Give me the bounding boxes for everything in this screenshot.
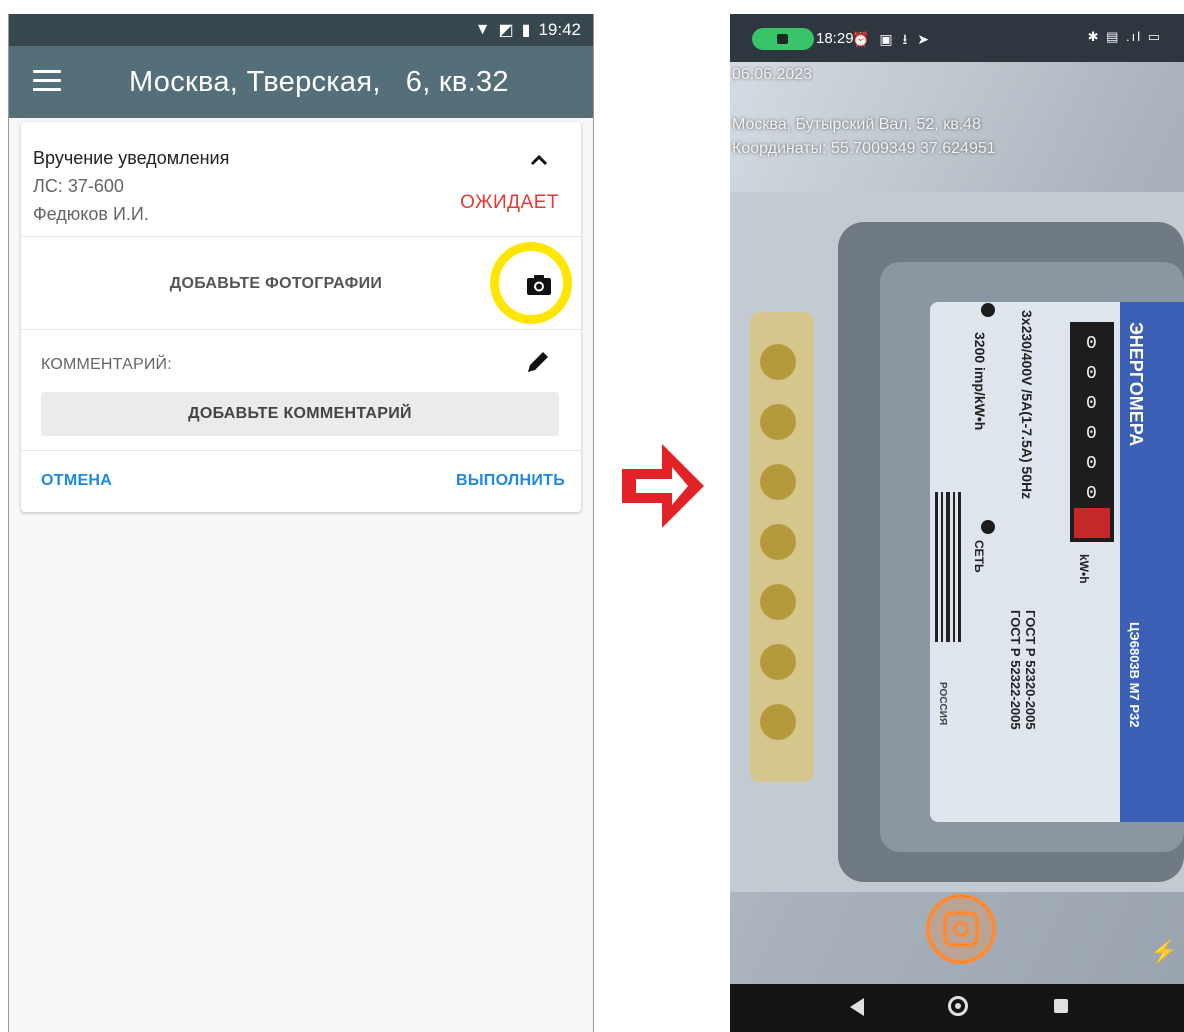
- svg-text:0: 0: [1086, 484, 1097, 504]
- meter-spec: 3x230/400V /5A(1-7.5A) 50Hz: [1019, 310, 1035, 499]
- recent-apps-icon[interactable]: [1054, 999, 1068, 1013]
- meter-country: РОССИЯ: [937, 682, 948, 725]
- status-time: 18:29: [816, 30, 854, 47]
- back-icon[interactable]: [850, 998, 864, 1016]
- meter-photo: 0 0 0 0 0 0 ЭНЕРГОМЕРА ЦЭ6803В М7 Р32 3x230/…: [730, 62, 1184, 984]
- status-bar: 18:29 ⏰ ▣ ⭳ ➤ ✱ ▤ .ıl ▭: [730, 14, 1184, 62]
- app-bar: Москва, Тверская, 6, кв.32: [9, 46, 593, 118]
- svg-text:0: 0: [1086, 394, 1097, 414]
- svg-text:0: 0: [1086, 454, 1097, 474]
- photo-coords-stamp: Координаты: 55.7009349 37.624951: [732, 140, 996, 157]
- task-person: Федюков И.И.: [33, 204, 149, 224]
- shutter-button[interactable]: [926, 894, 996, 964]
- cancel-button[interactable]: ОТМЕНА: [41, 472, 112, 490]
- right-arrow-icon: [622, 444, 704, 528]
- add-photos-row[interactable]: ДОБАВЬТЕ ФОТОГРАФИИ: [21, 237, 581, 330]
- task-header[interactable]: Вручение уведомления ЛС: 37-600 Федюков …: [21, 122, 581, 237]
- page-title: Москва, Тверская, 6, кв.32: [129, 66, 509, 98]
- signal-battery-icons: ✱ ▤ .ıl ▭: [1087, 29, 1162, 44]
- shutter-icon: [943, 911, 979, 947]
- camera-icon[interactable]: [526, 274, 552, 296]
- no-sim-icon: ◩: [498, 22, 514, 39]
- battery-icon: ▮: [521, 22, 531, 39]
- task-title: Вручение уведомления: [33, 148, 230, 168]
- screen-record-icon: [752, 28, 814, 50]
- photo-date-stamp: 06.06.2023: [732, 66, 813, 83]
- status-time: 19:42: [538, 20, 581, 39]
- svg-text:0: 0: [1086, 334, 1097, 354]
- meter-unit: kW•h: [1077, 554, 1091, 584]
- hamburger-menu-icon[interactable]: [33, 70, 61, 92]
- meter-model: ЦЭ6803В М7 Р32: [1127, 622, 1142, 727]
- left-phone-screen: ▼ ◩ ▮ 19:42 Москва, Тверская, 6, кв.32 В…: [8, 14, 594, 1032]
- home-icon[interactable]: [948, 996, 968, 1016]
- execute-button[interactable]: ВЫПОЛНИТЬ: [456, 472, 565, 490]
- task-card: Вручение уведомления ЛС: 37-600 Федюков …: [21, 122, 581, 512]
- svg-text:0: 0: [1086, 424, 1097, 444]
- chevron-up-icon[interactable]: [525, 148, 553, 172]
- status-badge: ОЖИДАЕТ: [460, 192, 559, 213]
- status-bar: ▼ ◩ ▮ 19:42: [9, 14, 593, 46]
- flash-icon[interactable]: ⚡: [1150, 939, 1177, 965]
- photo-address-stamp: Москва, Бутырский Вал, 52, кв.48: [732, 116, 981, 133]
- meter-gost-2: ГОСТ Р 52322-2005: [1008, 610, 1023, 730]
- right-phone-screen: 18:29 ⏰ ▣ ⭳ ➤ ✱ ▤ .ıl ▭ 0 0 0 0 0 0 ЭНЕРГОМЕ…: [730, 14, 1184, 1032]
- meter-gost-1: ГОСТ Р 52320-2005: [1023, 610, 1038, 730]
- navigation-bar: [730, 984, 1184, 1032]
- comment-label: КОММЕНТАРИЙ:: [41, 356, 172, 373]
- add-comment-button[interactable]: ДОБАВЬТЕ КОММЕНТАРИЙ: [41, 392, 559, 436]
- task-account: ЛС: 37-600: [33, 176, 124, 196]
- svg-text:0: 0: [1086, 364, 1097, 384]
- add-photos-label: ДОБАВЬТЕ ФОТОГРАФИИ: [169, 275, 383, 292]
- meter-imp: 3200 imp/kW•h: [972, 332, 988, 430]
- notification-icons: ⏰ ▣ ⭳ ➤: [852, 31, 932, 47]
- meter-net: СЕТЬ: [972, 540, 986, 573]
- wifi-icon: ▼: [474, 21, 491, 38]
- edit-pencil-icon[interactable]: [524, 348, 552, 376]
- meter-brand: ЭНЕРГОМЕРА: [1126, 322, 1146, 446]
- comment-section: КОММЕНТАРИЙ: ДОБАВЬТЕ КОММЕНТАРИЙ: [21, 330, 581, 451]
